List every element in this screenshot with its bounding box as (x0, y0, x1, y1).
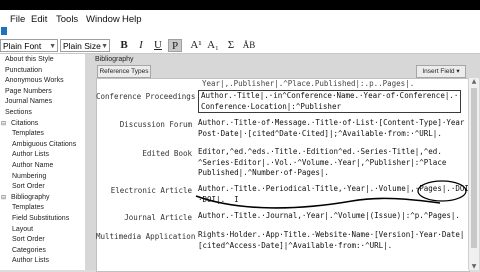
sidebar-item-label: Page Numbers (5, 87, 52, 95)
sidebar-item[interactable]: Templates (12, 130, 44, 137)
superscript-button[interactable]: A¹ (189, 39, 203, 52)
template-field[interactable]: Author.·Title·of·Message.·Title·of·List·… (198, 118, 464, 139)
chevron-down-icon: ▼ (49, 43, 56, 50)
sidebar-item[interactable]: Author Name (12, 162, 53, 169)
sidebar-item-label: Categories (12, 246, 46, 254)
subscript-button[interactable]: A₁ (206, 39, 220, 52)
sidebar-item[interactable]: Author Lists (12, 257, 49, 264)
reference-type-label: Edited Book (142, 149, 192, 158)
template-line: Author.·Title.·Periodical·Title,·Year|.·… (198, 184, 474, 193)
size-select-value: Plain Size (63, 41, 101, 51)
section-title: Bibliography (95, 56, 134, 63)
sidebar-item[interactable]: ⊟ Citations (1, 119, 39, 127)
scroll-up-icon[interactable]: ▲ (469, 78, 479, 85)
sidebar-item[interactable]: Field Substitutions (12, 215, 69, 222)
sidebar-item-label: Templates (12, 204, 44, 212)
reference-type-label: Multimedia Application (96, 232, 196, 241)
template-field[interactable]: Editor,^ed.^eds.·Title.·Edition^ed.·Seri… (198, 147, 446, 179)
sidebar-item-label: Sections (5, 109, 32, 116)
reference-type-label: Journal Article (124, 213, 192, 222)
collapse-icon[interactable]: ⊟ (1, 121, 6, 127)
sidebar-item[interactable]: Categories (12, 247, 46, 254)
sidebar-item-label: Sort Order (12, 183, 45, 191)
scroll-thumb[interactable] (471, 88, 477, 248)
template-field[interactable]: Author.·Title.·Periodical·Title,·Year|.·… (198, 184, 473, 205)
reference-types-button[interactable]: Reference Types ▸ (97, 65, 151, 86)
sidebar-item-label: Layout (12, 225, 34, 233)
template-line: Rights·Holder.·App·Title.·Website·Name·[… (198, 230, 465, 239)
sidebar-item-label: Bibliography (11, 193, 50, 201)
size-select[interactable]: Plain Size ▼ (60, 39, 110, 52)
sidebar-item-label: Ambiguous Citations (12, 140, 77, 148)
sidebar-item-label: Numbering (12, 172, 47, 180)
sidebar-item-label: Field Substitutions (12, 215, 70, 222)
smallcaps-button[interactable]: ÅB (240, 39, 258, 52)
template-field[interactable]: Author.·Title.·Journal,·Year|.^Volume|(I… (198, 211, 460, 222)
template-line: Published|.^Number·of·Pages|. (198, 168, 329, 177)
sidebar-item-label: Journal Names (5, 98, 53, 106)
menu-tools[interactable]: Tools (56, 14, 78, 25)
template-line: Author.·Title·of·Message.·Title·of·List·… (198, 118, 465, 127)
app-icon (1, 27, 7, 35)
sidebar-item[interactable]: Numbering (12, 173, 46, 180)
sidebar-item[interactable]: Layout (12, 226, 33, 233)
reference-type-label: Discussion Forum (119, 120, 192, 129)
sidebar-item[interactable]: Journal Names (5, 98, 52, 105)
sidebar-item-label: Anonymous Works (5, 77, 64, 85)
font-select-value: Plain Font (3, 41, 42, 51)
sidebar-item[interactable]: Anonymous Works (5, 77, 64, 84)
template-line: Post·Date|·[cited^Date·Cited]|;^Availabl… (198, 128, 442, 138)
italic-button[interactable]: I (134, 39, 148, 52)
template-line: ·DOI|. I (198, 194, 239, 204)
vertical-scrollbar[interactable]: ▲ ▼ (468, 78, 479, 270)
sidebar-item[interactable]: Sort Order (12, 236, 45, 243)
template-line: Author.·Title.·Journal,·Year|.^Volume|(I… (198, 211, 460, 220)
sidebar-item-label: Author Name (12, 162, 54, 169)
sidebar-item-label: Templates (12, 130, 44, 138)
sidebar-item-label: Author Lists (12, 257, 49, 265)
reference-type-label: Electronic Article (110, 186, 192, 195)
sidebar-item[interactable]: About this Style (5, 56, 54, 63)
underline-button[interactable]: U (151, 39, 165, 52)
sidebar-item[interactable]: Sort Order (12, 183, 45, 190)
font-select[interactable]: Plain Font ▼ (0, 39, 58, 52)
top-black-bar (0, 0, 480, 10)
sidebar-item[interactable]: ⊟ Bibliography (1, 193, 50, 201)
menu-edit[interactable]: Edit (31, 14, 47, 25)
insert-field-button[interactable]: Insert Field ▾ (416, 65, 466, 78)
template-line: Conference·Location|:^Publisher (201, 101, 341, 111)
menu-help[interactable]: Help (122, 14, 142, 25)
template-field[interactable]: Rights·Holder.·App·Title.·Website·Name·[… (198, 230, 464, 251)
template-partial-line: Year|,.Publisher|.^Place.Published|:.p..… (202, 79, 415, 88)
template-line: Editor,^ed.^eds.·Title.·Edition^ed.·Seri… (198, 147, 442, 156)
sidebar-item-label: About this Style (5, 56, 54, 63)
scroll-down-icon[interactable]: ▼ (469, 263, 479, 270)
bold-button[interactable]: B (117, 39, 131, 52)
sidebar-item-label: Author Lists (12, 151, 49, 159)
sidebar-item-label: Citations (11, 119, 39, 127)
symbol-button[interactable]: Σ (224, 39, 238, 52)
sidebar-item[interactable]: Author Lists (12, 151, 49, 158)
sidebar-item[interactable]: Templates (12, 204, 44, 211)
template-line: ^Series·Editor|.·Vol.·^Volume.·Year|,^Pu… (198, 157, 447, 167)
sidebar-item[interactable]: Ambiguous Citations (12, 141, 76, 148)
sidebar-item[interactable]: Page Numbers (5, 88, 52, 95)
plain-button[interactable]: P (168, 39, 182, 52)
collapse-icon[interactable]: ⊟ (1, 195, 6, 201)
template-field[interactable]: Author.·Title|.·in^Conference·Name.·Year… (198, 90, 462, 113)
menu-window[interactable]: Window (86, 14, 120, 25)
sidebar-item[interactable]: Punctuation (5, 67, 42, 74)
sidebar-item-label: Punctuation (5, 66, 42, 74)
reference-type-label: Conference Proceedings (96, 92, 196, 101)
template-line: [cited^Access·Date]|^Available·from:·^UR… (198, 240, 393, 250)
sidebar-item-label: Sort Order (12, 236, 45, 244)
chevron-down-icon: ▼ (101, 43, 108, 50)
sidebar-item[interactable]: Sections (5, 109, 32, 116)
template-line: Author.·Title|.·in^Conference·Name.·Year… (201, 91, 459, 100)
menu-file[interactable]: File (10, 14, 25, 25)
